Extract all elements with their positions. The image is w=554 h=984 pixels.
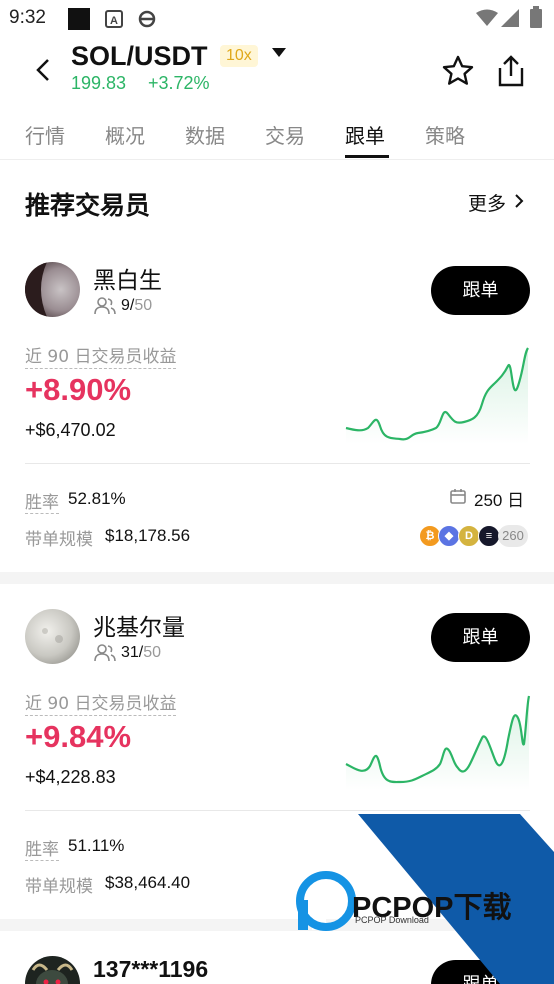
coin-list: ₿ ◆ D ≡ 260 [419, 525, 529, 547]
divider [25, 463, 530, 464]
avatar[interactable] [25, 262, 80, 317]
aum-label: 带单规模 [25, 877, 93, 897]
card-separator [0, 572, 554, 584]
users-icon [94, 644, 116, 666]
svg-text:A: A [110, 15, 118, 27]
back-arrow-icon[interactable] [32, 58, 54, 82]
trader-name[interactable]: 黑白生 [93, 261, 162, 295]
last-price: 199.83 [71, 73, 127, 93]
pl-label: 近 90 日交易员收益 [25, 689, 177, 716]
follow-button[interactable]: 跟单 [431, 960, 530, 984]
aum-label: 带单规模 [25, 530, 93, 550]
tab-trade[interactable]: 交易 [265, 120, 305, 149]
market-header: SOL/USDT 10x 199.83 +3.72% [0, 36, 554, 102]
pl-sparkline [345, 695, 531, 790]
solana-icon: ≡ [478, 525, 500, 547]
font-a-icon: A [105, 10, 123, 32]
calendar-icon [449, 487, 467, 509]
section-title: 推荐交易员 [25, 191, 151, 220]
share-icon[interactable] [496, 54, 526, 92]
trader-name[interactable]: 137***1196 [93, 956, 208, 983]
more-link[interactable]: 更多 [468, 189, 506, 216]
pl-amount: +$4,228.83 [25, 767, 116, 787]
signal-icon [501, 9, 519, 31]
win-rate-value: 51.11% [68, 836, 125, 855]
pl-amount: +$6,470.02 [25, 420, 116, 440]
pair-title[interactable]: SOL/USDT [71, 41, 208, 72]
pl-percent: +9.84% [25, 719, 132, 754]
wifi-icon [476, 9, 498, 31]
avatar[interactable] [25, 956, 80, 984]
pair-dropdown-icon[interactable] [272, 48, 286, 57]
win-rate-label: 胜率 [25, 835, 59, 861]
follower-count: 31/50 [121, 644, 162, 661]
aum-value: $38,464.40 [105, 873, 191, 892]
battery-icon [530, 6, 542, 32]
card-separator [0, 919, 554, 931]
browser-e-icon [137, 9, 157, 33]
status-bar: 9:32 A [0, 0, 554, 36]
tab-overview[interactable]: 概况 [105, 120, 145, 149]
follower-count: 9/50 [121, 297, 153, 314]
active-tab-indicator [345, 155, 389, 158]
pl-percent: +8.90% [25, 372, 132, 407]
ethereum-icon: ◆ [438, 525, 460, 547]
win-rate-label: 胜率 [25, 488, 59, 514]
pl-label: 近 90 日交易员收益 [25, 342, 177, 369]
win-rate-value: 52.81% [68, 489, 126, 508]
tab-strategy[interactable]: 策略 [425, 120, 465, 149]
trading-days: 250 日 [474, 491, 525, 510]
follow-button[interactable]: 跟单 [431, 266, 530, 315]
tab-market[interactable]: 行情 [25, 120, 65, 149]
chevron-right-icon[interactable] [514, 193, 524, 213]
dogecoin-icon: D [458, 525, 480, 547]
trader-name[interactable]: 兆基尔量 [93, 608, 185, 642]
aum-value: $18,178.56 [105, 526, 191, 545]
app-notification-icon [68, 8, 90, 34]
users-icon [94, 297, 116, 319]
more-coins-count: 260 [498, 525, 528, 547]
leverage-badge: 10x [220, 45, 258, 67]
avatar[interactable] [25, 609, 80, 664]
tab-data[interactable]: 数据 [185, 120, 225, 149]
pl-sparkline [345, 347, 529, 444]
divider [25, 810, 530, 811]
status-time: 9:32 [9, 7, 46, 28]
favorite-star-icon[interactable] [441, 54, 475, 92]
price-change: +3.72% [148, 73, 210, 93]
tab-bar: 行情 概况 数据 交易 跟单 策略 [0, 110, 554, 160]
tab-copy-trading[interactable]: 跟单 [345, 120, 385, 149]
follow-button[interactable]: 跟单 [431, 613, 530, 662]
